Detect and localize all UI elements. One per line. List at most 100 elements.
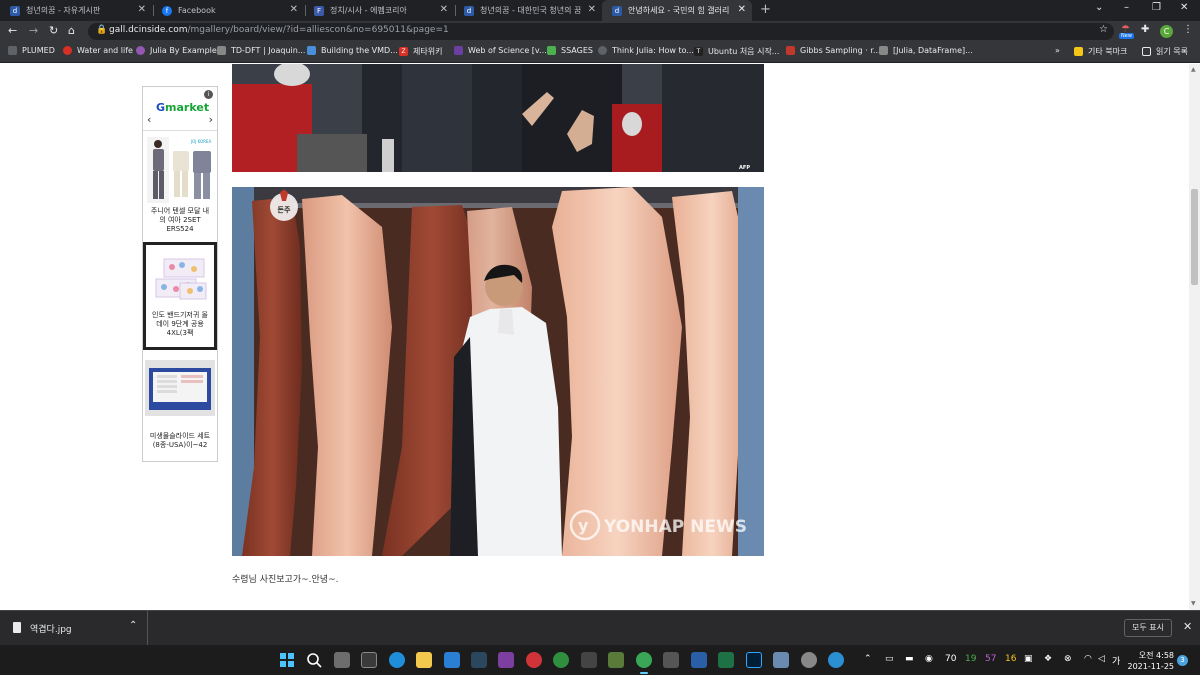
- show-all-button[interactable]: 모두 표시: [1124, 619, 1172, 637]
- scroll-down-arrow-icon[interactable]: ▼: [1191, 600, 1196, 607]
- minimize-button[interactable]: –: [1124, 2, 1129, 13]
- restore-button[interactable]: ❐: [1152, 2, 1161, 13]
- bookmark-td-dft[interactable]: TD-DFT | Joaquin...: [217, 46, 305, 55]
- bookmark-zetawiki[interactable]: Z 제타위키: [399, 46, 442, 57]
- tray-number-1: 70: [945, 654, 957, 664]
- app-icon[interactable]: [608, 652, 624, 668]
- file-explorer-icon[interactable]: [416, 652, 432, 668]
- article-photo-2[interactable]: 돈주 y YONHAP NEWS: [232, 187, 764, 556]
- post-body-text: 수령님 사진보고가~.안녕~.: [232, 575, 339, 585]
- puzzle-icon[interactable]: ✚: [1141, 24, 1149, 35]
- tab-2[interactable]: f Facebook ✕: [152, 0, 304, 21]
- article-photo-1[interactable]: AFP: [232, 64, 764, 172]
- close-icon[interactable]: ✕: [138, 4, 146, 15]
- close-window-button[interactable]: ✕: [1180, 2, 1188, 13]
- record-icon[interactable]: ◉: [925, 654, 933, 664]
- edge-icon[interactable]: [389, 652, 405, 668]
- volume-icon[interactable]: ◁: [1098, 654, 1105, 664]
- chevron-right-icon[interactable]: ›: [209, 113, 213, 126]
- system-clock[interactable]: 오전 4:58 2021-11-25: [1126, 650, 1175, 672]
- chrome-icon[interactable]: [636, 652, 652, 674]
- image-viewer-icon[interactable]: [773, 652, 789, 668]
- tab-search-icon[interactable]: ⌄: [1095, 2, 1103, 13]
- back-arrow-icon[interactable]: ←: [8, 24, 17, 37]
- close-circle-icon[interactable]: ⊗: [1064, 654, 1072, 664]
- avatar[interactable]: C: [1160, 25, 1173, 38]
- chevron-up-icon[interactable]: ⌃: [129, 620, 137, 631]
- bookmark-plumed[interactable]: PLUMED: [8, 46, 55, 55]
- folder-icon: [1074, 47, 1083, 56]
- ime-indicator[interactable]: 가: [1112, 654, 1120, 667]
- bookmark-water-and-life[interactable]: Water and life: [63, 46, 133, 55]
- chevron-left-icon[interactable]: ‹: [147, 113, 151, 126]
- monitor-icon[interactable]: ▣: [1024, 654, 1033, 664]
- search-icon[interactable]: [306, 652, 322, 668]
- photoshop-icon[interactable]: [746, 652, 762, 668]
- forward-arrow-icon[interactable]: →: [29, 24, 38, 37]
- network-tool-icon[interactable]: [581, 652, 597, 668]
- bookmark-ubuntu[interactable]: T Ubuntu 처음 시작...: [694, 46, 779, 57]
- onenote-icon[interactable]: [498, 652, 514, 668]
- terminal-icon[interactable]: [361, 652, 377, 668]
- bookmark-think-julia[interactable]: Think Julia: How to...: [598, 46, 694, 55]
- page-content: i Gmarket ‹ › JOJ KOREA 주니어 텐셀 모달 내의 여아 …: [0, 64, 1189, 610]
- clock-date: 2021-11-25: [1127, 662, 1175, 671]
- tab-3[interactable]: F 정치/시사 - 에펨코리아 ✕: [304, 0, 454, 21]
- menu-kebab-icon[interactable]: ⋮: [1183, 24, 1193, 35]
- close-icon[interactable]: ✕: [738, 4, 746, 15]
- new-tab-button[interactable]: +: [760, 2, 771, 17]
- game-icon[interactable]: [801, 652, 817, 668]
- start-button[interactable]: [279, 652, 295, 668]
- ad-product-2[interactable]: 인도 밴드기저귀 올데이 9단계 공용 4XL(3팩: [143, 242, 217, 350]
- bookmark-gibbs-sampling[interactable]: Gibbs Sampling · r...: [786, 46, 881, 55]
- ad-product-3[interactable]: 미생물슬라이드 세트(8종-USA)이~42: [145, 357, 215, 450]
- vscode-icon[interactable]: [691, 652, 707, 668]
- bookmark-ssages[interactable]: SSAGES: [547, 46, 593, 55]
- settings-gear-icon[interactable]: [526, 652, 542, 668]
- gmarket-ad-panel[interactable]: i Gmarket ‹ › JOJ KOREA 주니어 텐셀 모달 내의 여아 …: [142, 86, 218, 462]
- mail-icon[interactable]: [444, 652, 460, 668]
- home-icon[interactable]: ⌂: [68, 24, 75, 37]
- reload-icon[interactable]: ↻: [49, 24, 58, 37]
- ad-header: i Gmarket ‹ ›: [143, 87, 217, 131]
- other-bookmarks-folder[interactable]: 기타 북마크: [1074, 46, 1127, 57]
- notification-badge[interactable]: 3: [1177, 655, 1188, 666]
- excel-icon[interactable]: [718, 652, 734, 668]
- bookmark-vmd[interactable]: Building the VMD...: [307, 46, 398, 55]
- steam-icon[interactable]: [471, 652, 487, 668]
- photo-credit: AFP: [739, 165, 750, 171]
- close-icon[interactable]: ✕: [440, 4, 448, 15]
- bookmark-julia-by-example[interactable]: Julia By Example: [136, 46, 217, 55]
- snipping-tool-icon[interactable]: [663, 652, 679, 668]
- tab-5-active[interactable]: d 안녕하세요 - 국민의 힘 갤러리 ✕: [602, 0, 752, 21]
- tab-4[interactable]: d 청년의꿈 - 대한민국 청년의 꿈 ✕: [454, 0, 602, 21]
- product-label: 주니어 텐셀 모달 내의 여아 2SET ERS524: [150, 207, 210, 233]
- bookmarks-overflow-button[interactable]: »: [1055, 46, 1060, 55]
- bookmark-star-icon[interactable]: ☆: [1099, 24, 1108, 35]
- reading-list-icon: [1142, 47, 1151, 56]
- task-view-icon[interactable]: [334, 652, 350, 668]
- close-icon[interactable]: ✕: [290, 4, 298, 15]
- wifi-icon[interactable]: ◠: [1084, 654, 1092, 664]
- scroll-up-arrow-icon[interactable]: ▲: [1191, 66, 1196, 73]
- globe-icon[interactable]: [828, 652, 844, 668]
- tab-1[interactable]: d 청년의꿈 - 자유게시판 ✕: [0, 0, 152, 21]
- bookmark-julia-dataframe[interactable]: [Julia, DataFrame]...: [879, 46, 973, 55]
- scrollbar-thumb[interactable]: [1191, 189, 1198, 285]
- ad-product-1[interactable]: JOJ KOREA 주니어 텐셀 모달 내의 여아 2SET ERS524: [145, 132, 215, 234]
- reading-list-button[interactable]: 읽기 목록: [1142, 46, 1188, 57]
- info-icon[interactable]: i: [204, 90, 213, 99]
- messenger-icon[interactable]: [553, 652, 569, 668]
- bookmark-web-of-science[interactable]: Web of Science [v...: [454, 46, 547, 55]
- page-scrollbar[interactable]: ▲ ▼: [1189, 64, 1200, 610]
- address-bar[interactable]: 🔒 gall.dcinside.com/mgallery/board/view/…: [88, 23, 1114, 40]
- chevron-up-icon[interactable]: ⌃: [864, 654, 872, 664]
- close-icon[interactable]: ✕: [1183, 620, 1192, 633]
- close-icon[interactable]: ✕: [588, 4, 596, 15]
- julia-icon: [136, 46, 145, 55]
- tray-icon[interactable]: ▬: [905, 654, 914, 664]
- usb-icon[interactable]: ▭: [885, 654, 894, 664]
- download-item[interactable]: 역겹다.jpg ⌃: [0, 611, 148, 646]
- dropbox-icon[interactable]: ❖: [1044, 654, 1052, 664]
- gmarket-logo[interactable]: Gmarket: [156, 101, 209, 114]
